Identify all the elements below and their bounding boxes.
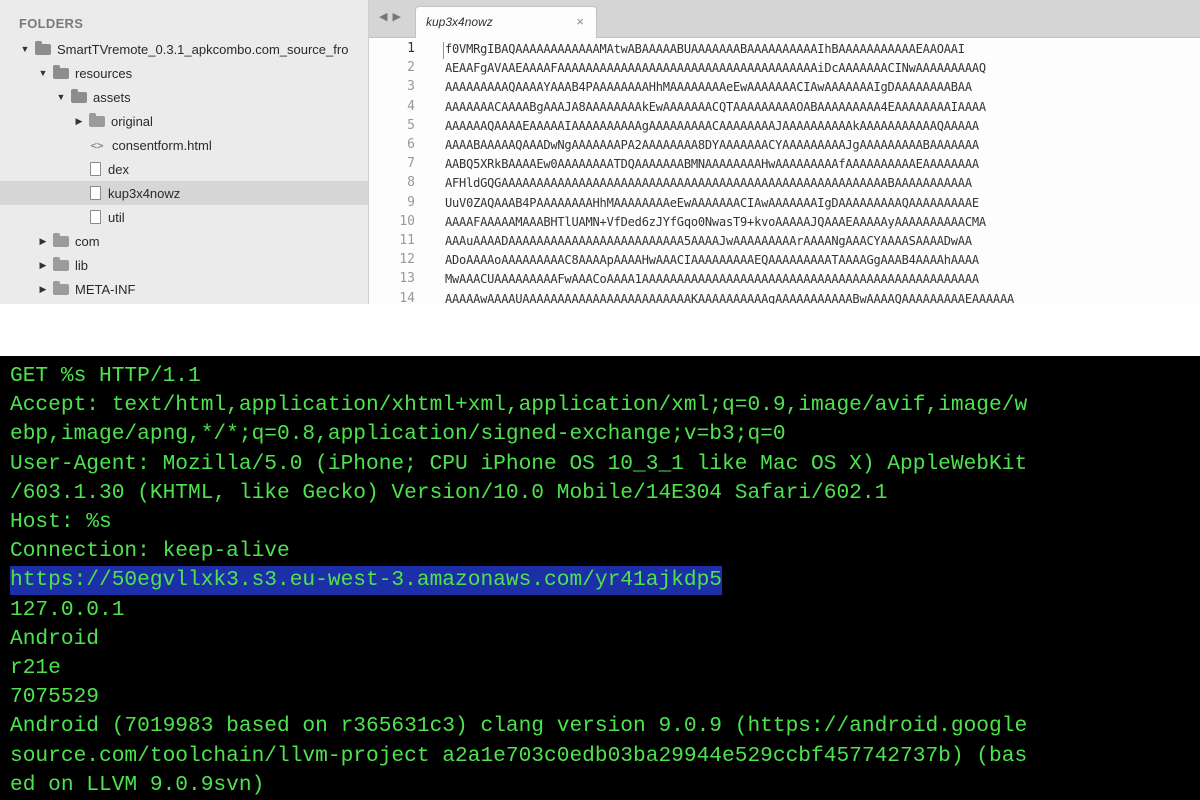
tree-item[interactable]: ▶ META-INF bbox=[0, 277, 368, 301]
terminal-line: r21e bbox=[10, 656, 61, 680]
terminal-line: /603.1.30 (KHTML, like Gecko) Version/10… bbox=[10, 480, 888, 505]
code-line: AEAAFgAVAAEAAAAFAAAAAAAAAAAAAAAAAAAAAAAA… bbox=[445, 61, 986, 76]
folders-header: FOLDERS bbox=[19, 16, 84, 31]
line-number: 6 bbox=[407, 137, 415, 152]
tab-kup3x4nowz[interactable]: kup3x4nowz × bbox=[415, 6, 597, 38]
terminal-line: User-Agent: Mozilla/5.0 (iPhone; CPU iPh… bbox=[10, 451, 1028, 476]
sidebar: FOLDERS ▼ SmartTVremote_0.3.1_apkcombo.co… bbox=[0, 0, 369, 304]
folder-icon bbox=[53, 280, 69, 295]
code-line: AAAuAAAADAAAAAAAAAAAAAAAAAAAAAAAAA5AAAAJ… bbox=[445, 234, 972, 248]
terminal-line: Android bbox=[10, 626, 100, 651]
code-line: AAAAAwAAAAUAAAAAAAAAAAAAAAAAAAAAAAAKAAAA… bbox=[445, 291, 1014, 304]
disclosure-open-icon[interactable]: ▼ bbox=[38, 68, 48, 78]
disclosure-open-icon[interactable]: ▼ bbox=[20, 44, 30, 54]
disclosure-closed-icon[interactable]: ▶ bbox=[38, 236, 48, 247]
tree-item-label: util bbox=[108, 209, 125, 225]
code-file-icon: <> bbox=[90, 138, 104, 152]
disclosure-closed-icon[interactable]: ▶ bbox=[74, 116, 84, 127]
terminal-line: Android (7019983 based on r365631c3) cla… bbox=[10, 714, 1028, 739]
tree-item-label: SmartTVremote_0.3.1_apkcombo.com_source_… bbox=[57, 41, 349, 57]
line-number: 7 bbox=[407, 156, 415, 172]
tree-item[interactable]: ▼ resources bbox=[0, 61, 368, 85]
line-number: 5 bbox=[407, 117, 415, 133]
terminal-line: GET %s HTTP/1.1 bbox=[10, 364, 201, 388]
code-area[interactable]: 1 2 3 4 5 6 7 8 9 10 11 12 13 14 f0VMRgIBAQAAAAAAAAAA… bbox=[369, 38, 1200, 304]
folder-icon bbox=[53, 232, 69, 247]
editor-window: FOLDERS ▼ SmartTVremote_0.3.1_apkcombo.co… bbox=[0, 0, 1200, 304]
tab-bar: ◀ ▶ kup3x4nowz × bbox=[369, 0, 1200, 38]
tree-item-label: resources bbox=[75, 65, 133, 81]
line-number: 8 bbox=[407, 175, 415, 191]
disclosure-closed-icon[interactable]: ▶ bbox=[38, 284, 48, 295]
tree-item-label: META-INF bbox=[75, 281, 136, 297]
folder-icon bbox=[89, 112, 105, 127]
code-line: f0VMRgIBAQAAAAAAAAAAAAMAtwABAAAAABUAAAAA… bbox=[445, 42, 965, 56]
line-number: 12 bbox=[399, 252, 415, 268]
terminal-output: GET %s HTTP/1.1 Accept: text/html,applica… bbox=[0, 356, 1200, 800]
tree-item-label: consentform.html bbox=[112, 137, 212, 153]
tree-item[interactable]: ▶kup3x4nowz bbox=[0, 181, 368, 205]
tab-title: kup3x4nowz bbox=[426, 15, 493, 29]
terminal-line: 127.0.0.1 bbox=[10, 597, 125, 622]
terminal-line: Host: %s bbox=[10, 510, 112, 534]
close-icon[interactable]: × bbox=[576, 14, 584, 29]
line-number: 4 bbox=[407, 98, 415, 114]
terminal-line: Connection: keep-alive bbox=[10, 539, 290, 564]
tree-item-label: assets bbox=[93, 89, 131, 105]
code-line: UuV0ZAQAAAB4PAAAAAAAAHhMAAAAAAAAeEwAAAAA… bbox=[445, 195, 979, 210]
code-line: AAAABAAAAAQAAADwNgAAAAAAAPA2AAAAAAAA8DYA… bbox=[445, 138, 979, 152]
line-number: 13 bbox=[399, 271, 415, 287]
tree-item[interactable]: ▶ original bbox=[0, 109, 368, 133]
tree-item[interactable]: ▶ lib bbox=[0, 253, 368, 277]
editor-main: ◀ ▶ kup3x4nowz × 1 2 3 4 5 6 7 8 9 10 11 12 13 14 f0V… bbox=[369, 0, 1200, 304]
folder-open-icon bbox=[53, 64, 69, 79]
file-icon bbox=[90, 210, 101, 224]
line-number: 3 bbox=[407, 79, 415, 95]
tree-item[interactable]: ▼ assets bbox=[0, 85, 368, 109]
code-line: MwAAACUAAAAAAAAAFwAAACoAAAA1AAAAAAAAAAAA… bbox=[445, 272, 979, 287]
folder-icon bbox=[53, 256, 69, 271]
line-number: 1 bbox=[407, 41, 415, 56]
terminal-line: ebp,image/apng,*/*;q=0.8,application/sig… bbox=[10, 422, 786, 447]
tree-item-label: lib bbox=[75, 257, 89, 273]
disclosure-open-icon[interactable]: ▼ bbox=[56, 92, 66, 102]
tree-item[interactable]: ▶dex bbox=[0, 157, 368, 181]
terminal-line: source.com/toolchain/llvm-project a2a1e7… bbox=[10, 743, 1028, 768]
code-line: AAAAFAAAAAMAAABHTlUAMN+VfDed6zJYfGqo0Nwa… bbox=[445, 214, 986, 229]
line-number: 14 bbox=[399, 290, 415, 304]
code-line: AAAAAAQAAAAEAAAAAIAAAAAAAAAAgAAAAAAAAACA… bbox=[445, 118, 979, 133]
code-line: AFHldGQGAAAAAAAAAAAAAAAAAAAAAAAAAAAAAAAA… bbox=[445, 176, 972, 191]
folder-open-icon bbox=[35, 40, 51, 55]
tree-item[interactable]: ▶<>consentform.html bbox=[0, 133, 368, 157]
tree-item-label: dex bbox=[108, 161, 129, 177]
terminal-line: ed on LLVM 9.0.9svn) bbox=[10, 772, 265, 797]
code-line: AABQ5XRkBAAAAEw0AAAAAAAATDQAAAAAAABMNAAA… bbox=[445, 157, 979, 172]
tree-item[interactable]: ▼ SmartTVremote_0.3.1_apkcombo.com_source… bbox=[0, 37, 368, 61]
tree-item-label: kup3x4nowz bbox=[108, 185, 181, 201]
line-number: 2 bbox=[407, 60, 415, 76]
highlighted-url-line: https://50egvllxk3.s3.eu-west-3.amazonaw… bbox=[10, 566, 723, 596]
tree-item-label: original bbox=[111, 113, 153, 129]
tree-item[interactable]: ▶ com bbox=[0, 229, 368, 253]
disclosure-closed-icon[interactable]: ▶ bbox=[38, 260, 48, 271]
terminal-line: 7075529 bbox=[10, 685, 100, 710]
code-line: ADoAAAAoAAAAAAAAAC8AAAApAAAAHwAAACIAAAAA… bbox=[445, 253, 979, 268]
line-number-gutter: 1 2 3 4 5 6 7 8 9 10 11 12 13 14 bbox=[369, 38, 427, 304]
file-icon bbox=[90, 162, 101, 176]
folder-open-icon bbox=[71, 88, 87, 103]
line-number: 10 bbox=[399, 213, 415, 229]
text-cursor bbox=[443, 42, 444, 59]
tree-item[interactable]: ▶util bbox=[0, 205, 368, 229]
line-number: 11 bbox=[399, 233, 415, 248]
line-number: 9 bbox=[407, 194, 415, 210]
terminal-line: Accept: text/html,application/xhtml+xml,… bbox=[10, 393, 1028, 418]
code-line: AAAAAAACAAAABgAAAJA8AAAAAAAAkEwAAAAAAACQ… bbox=[445, 99, 986, 114]
tab-nav-arrows-icon[interactable]: ◀ ▶ bbox=[379, 10, 402, 23]
tree-item-label: com bbox=[75, 233, 100, 249]
code-line: AAAAAAAAAQAAAAYAAAB4PAAAAAAAAHhMAAAAAAAA… bbox=[445, 80, 972, 95]
file-icon bbox=[90, 186, 101, 200]
